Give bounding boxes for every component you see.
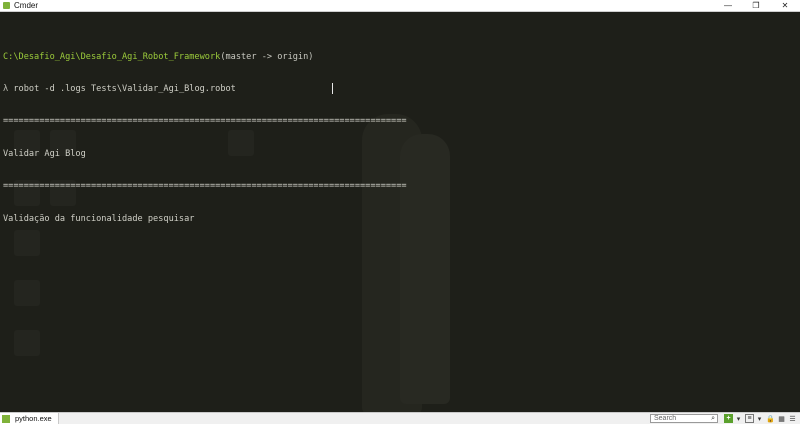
grid-icon[interactable]: ▦ (777, 414, 786, 423)
chevron-down-icon[interactable]: ▾ (734, 414, 743, 423)
search-placeholder: Search (654, 415, 677, 422)
git-branch: (master -> origin) (220, 51, 314, 62)
window-title: Cmder (14, 1, 39, 10)
separator-line: ========================================… (3, 181, 407, 192)
console-tab-icon (2, 414, 10, 423)
maximize-button[interactable]: ❐ (742, 0, 770, 11)
window-controls: — ❐ ✕ (714, 0, 800, 11)
background-icon (14, 280, 40, 306)
title-bar: Cmder — ❐ ✕ (0, 0, 800, 12)
console-tab-label: python.exe (15, 414, 52, 423)
search-input[interactable]: Search ⌕ (650, 414, 718, 423)
status-bar: python.exe Search ⌕ + ▾ ≡ ▾ 🔒 ▦ ☰ (0, 412, 800, 424)
separator-line: ========================================… (3, 116, 407, 127)
chevron-down-icon[interactable]: ▾ (755, 414, 764, 423)
terminal-output: C:\Desafio_Agi\Desafio_Agi_Robot_Framewo… (3, 30, 800, 246)
minimize-button[interactable]: — (714, 0, 742, 11)
prompt-path-line: C:\Desafio_Agi\Desafio_Agi_Robot_Framewo… (3, 52, 800, 63)
prompt-symbol: λ (3, 83, 9, 94)
lock-icon[interactable]: 🔒 (766, 414, 775, 423)
test-name: Validação da funcionalidade pesquisar (3, 213, 195, 224)
terminal-pane[interactable]: C:\Desafio_Agi\Desafio_Agi_Robot_Framewo… (0, 12, 800, 412)
menu-icon[interactable]: ☰ (788, 414, 797, 423)
list-icon[interactable]: ≡ (745, 414, 754, 423)
prompt-path: C:\Desafio_Agi\Desafio_Agi_Robot_Framewo… (3, 51, 221, 62)
close-button[interactable]: ✕ (770, 0, 800, 11)
console-tab[interactable]: python.exe (0, 413, 59, 424)
suite-name: Validar Agi Blog (3, 148, 86, 159)
background-icon (14, 330, 40, 356)
command-line: λ robot -d .logs Tests\Validar_Agi_Blog.… (3, 84, 800, 95)
command-text: robot -d .logs Tests\Validar_Agi_Blog.ro… (13, 83, 236, 94)
search-icon[interactable]: ⌕ (711, 415, 715, 423)
plus-icon[interactable]: + (724, 414, 733, 423)
cmder-app-icon (3, 2, 10, 9)
text-cursor (332, 83, 333, 94)
